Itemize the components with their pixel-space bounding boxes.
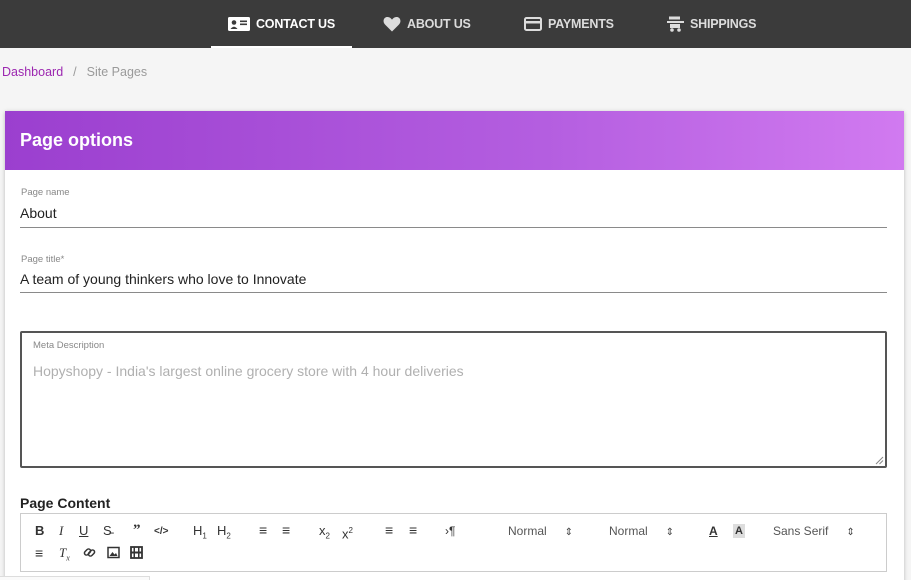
contact-card-icon (227, 17, 250, 31)
italic-button[interactable]: I (59, 524, 63, 538)
page-options-card: Page options Page name About Page title*… (5, 111, 904, 580)
heart-icon (383, 16, 401, 32)
ordered-list-icon[interactable]: ≡ (259, 523, 267, 537)
tab-payments-label: PAYMENTS (548, 17, 614, 31)
bold-button[interactable]: B (35, 524, 44, 538)
select-arrows-icon: ⇕ (846, 527, 855, 538)
font-select[interactable]: Sans Serif ⇕ (773, 524, 855, 540)
image-icon[interactable] (107, 546, 120, 562)
page-name-label: Page name (21, 187, 70, 198)
underline-button[interactable]: U (79, 524, 88, 538)
card-header: Page options (5, 111, 904, 170)
truck-icon (667, 16, 684, 32)
editor-area-border (20, 571, 887, 572)
align-icon[interactable]: ≡ (35, 546, 43, 560)
page-content-label: Page Content (20, 495, 111, 511)
breadcrumb-dashboard-link[interactable]: Dashboard (2, 65, 63, 79)
card-title: Page options (20, 130, 134, 150)
breadcrumb-separator: / (73, 65, 77, 79)
video-icon[interactable] (130, 546, 143, 562)
tab-about-us[interactable]: ABOUT US (383, 0, 471, 48)
header-select-value: Normal (508, 524, 547, 538)
tab-payments[interactable]: PAYMENTS (524, 0, 614, 48)
font-color-icon[interactable]: A (709, 524, 718, 538)
page-title-underline (20, 292, 887, 293)
meta-description-placeholder: Hopyshopy - India's largest online groce… (33, 363, 464, 379)
subscript-button[interactable]: x2 (319, 524, 330, 544)
tab-shippings-label: SHIPPINGS (690, 17, 757, 31)
meta-description-label: Meta Description (33, 340, 105, 351)
header-select[interactable]: Normal ⇕ (508, 524, 573, 540)
page-name-input[interactable]: About (20, 205, 887, 225)
resize-handle-icon[interactable] (875, 456, 884, 465)
page-title-label: Page title* (21, 254, 65, 265)
tab-about-us-label: ABOUT US (407, 17, 471, 31)
link-icon[interactable] (83, 546, 96, 562)
tab-contact-us[interactable]: CONTACT US (211, 0, 352, 48)
outdent-icon[interactable]: ≡ (385, 523, 393, 537)
breadcrumb-site-pages: Site Pages (86, 65, 148, 79)
page-title-input[interactable]: A team of young thinkers who love to Inn… (20, 271, 887, 291)
code-block-icon[interactable]: </> (154, 525, 168, 539)
tab-shippings[interactable]: SHIPPINGS (667, 0, 756, 48)
blockquote-icon[interactable]: ” (133, 523, 141, 538)
tab-contact-us-label: CONTACT US (255, 17, 335, 31)
meta-description-textarea[interactable]: Meta Description Hopyshopy - India's lar… (20, 331, 887, 468)
select-arrows-icon: ⇕ (665, 527, 675, 538)
strike-icon[interactable]: S̵ (103, 524, 112, 538)
select-arrows-icon: ⇕ (564, 527, 574, 538)
h2-button[interactable]: H2 (217, 524, 231, 544)
superscript-button[interactable]: x2 (342, 524, 353, 541)
clear-format-icon[interactable]: Tx (59, 546, 70, 566)
top-navigation: CONTACT US ABOUT US PAYMENTS SHIPPINGS (0, 0, 911, 48)
size-select-value: Normal (609, 524, 648, 538)
size-select[interactable]: Normal ⇕ (609, 524, 674, 540)
background-color-icon[interactable]: A (733, 524, 745, 538)
text-direction-icon[interactable]: ›¶ (445, 524, 455, 538)
credit-card-icon (524, 17, 542, 31)
h1-button[interactable]: H1 (193, 524, 207, 544)
page-name-underline (20, 227, 887, 228)
breadcrumb: Dashboard / Site Pages (2, 65, 147, 79)
editor-toolbar: B I U S̵ ” </> H1 H2 ≡ ≡ x2 x2 ≡ ≡ ›¶ No… (20, 513, 887, 571)
horizontal-scrollbar[interactable] (0, 576, 150, 580)
bullet-list-icon[interactable]: ≡ (282, 523, 290, 537)
font-select-value: Sans Serif (773, 524, 829, 538)
indent-icon[interactable]: ≡ (409, 523, 417, 537)
